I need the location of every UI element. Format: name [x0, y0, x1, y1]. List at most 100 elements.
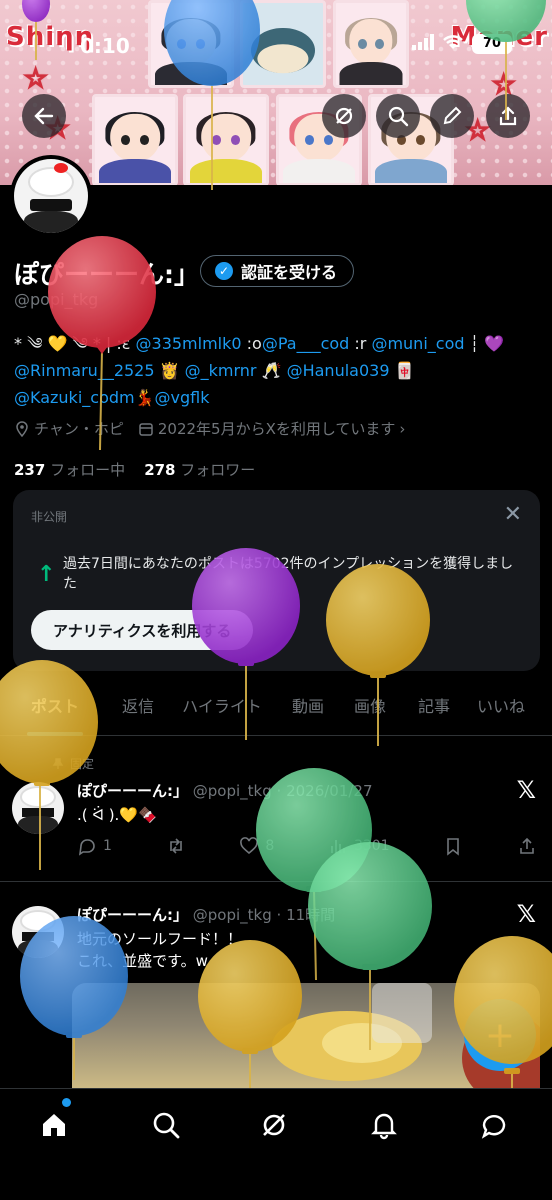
card-impressions-text: 過去7日間にあなたのポストは5702件のインプレッションを獲得しました	[63, 556, 514, 592]
calendar-icon	[139, 422, 153, 436]
tab-articles[interactable]: 記事	[402, 690, 466, 736]
post-avatar[interactable]	[12, 782, 64, 834]
nav-notifications[interactable]	[364, 1105, 404, 1145]
bio-mention[interactable]: @Pa___cod	[262, 334, 349, 353]
wifi-icon	[442, 34, 464, 54]
battery-indicator: 70	[472, 34, 512, 54]
reply-button[interactable]: 1	[77, 836, 112, 856]
bio-mention[interactable]: @Rinmaru__2525	[14, 361, 155, 380]
bio-mention[interactable]: @Kazuki_codm	[14, 388, 135, 407]
x-logo-icon: 𝕏	[516, 776, 536, 804]
edit-pencil-icon	[443, 106, 462, 125]
follow-stats: 237 フォロー中 278 フォロワー	[14, 459, 255, 480]
bio-mention[interactable]: @Hanula039	[287, 361, 390, 380]
bell-icon	[371, 1113, 397, 1140]
like-count: 8	[265, 838, 275, 854]
share-icon	[520, 837, 534, 854]
chat-icon	[481, 1115, 506, 1139]
grok-button[interactable]	[322, 94, 366, 138]
use-analytics-button[interactable]: アナリティクスを利用する	[31, 610, 254, 650]
profile-location: チャン・ホピ	[34, 420, 124, 438]
post-author-name[interactable]: ぽぴーーーん:」	[77, 782, 188, 800]
star-decoration: ☆	[23, 63, 48, 95]
trend-up-icon: ↑	[37, 562, 56, 587]
banner-portrait	[183, 94, 269, 185]
post-header: ぽぴーーーん:」 @popi_tkg · 11時間	[77, 904, 335, 925]
bio-mention[interactable]: @muni_cod	[371, 334, 464, 353]
pin-icon	[52, 757, 64, 769]
banner-portrait	[92, 94, 178, 185]
like-icon	[240, 837, 259, 855]
back-arrow-icon	[34, 107, 54, 125]
profile-meta: チャン・ホピ 2022年5月からXを利用しています ›	[14, 418, 405, 439]
analytics-card: 非公開 ✕ ↑ 過去7日間にあなたのポストは5702件のインプレッションを獲得し…	[13, 490, 540, 671]
post-item[interactable]: ぽぴーーーん:」 @popi_tkg · 2026/01/27 𝕏 .( ᐛ )…	[0, 770, 552, 882]
following-count: 237	[14, 461, 46, 479]
post-handle-time: @popi_tkg · 2026/01/27	[192, 782, 373, 800]
bio-text: ┆ 💜	[464, 334, 505, 353]
bio-text: 👸	[154, 361, 185, 380]
post-share-button[interactable]	[517, 836, 537, 856]
reply-icon	[78, 839, 95, 856]
tab-videos[interactable]: 動画	[278, 690, 338, 736]
followers-count: 278	[144, 461, 176, 479]
nav-messages[interactable]	[474, 1105, 514, 1145]
profile-tabs: ポスト 返信 ハイライト 動画 画像 記事 いいね	[0, 690, 552, 736]
share-icon	[499, 106, 517, 126]
bio-mention[interactable]: @_kmrnr	[185, 361, 257, 380]
views-icon	[331, 840, 345, 853]
bio-text: * ༄ 💛 ༄ * | :ε	[14, 334, 136, 353]
followers-link[interactable]: 278 フォロワー	[144, 461, 255, 479]
bio-text: 💃	[134, 388, 155, 407]
post-text: .( ᐛ ).💛🍫	[77, 806, 157, 824]
post-actions: 1 8 3301	[77, 836, 537, 856]
bio-text: :o	[241, 334, 262, 353]
nav-home[interactable]	[34, 1105, 74, 1145]
views-button[interactable]: 3301	[328, 836, 390, 856]
back-button[interactable]	[22, 94, 66, 138]
edit-button[interactable]	[430, 94, 474, 138]
share-button[interactable]	[486, 94, 530, 138]
bookmark-icon	[447, 838, 460, 856]
plus-icon: +	[484, 1014, 516, 1056]
post-handle-time: @popi_tkg · 11時間	[192, 906, 336, 924]
chevron-right-icon[interactable]: ›	[399, 420, 405, 438]
post-author-name[interactable]: ぽぴーーーん:」	[77, 906, 188, 924]
signal-icon	[412, 34, 434, 54]
profile-joined-date: 2022年5月からXを利用しています	[157, 420, 396, 438]
nav-grok[interactable]	[254, 1105, 294, 1145]
post-text-line: 地元のソールフード！！	[77, 930, 243, 948]
search-icon	[388, 106, 409, 127]
tab-replies[interactable]: 返信	[110, 690, 166, 736]
compose-post-button[interactable]: +	[464, 999, 536, 1071]
home-icon	[43, 1114, 65, 1136]
tab-posts[interactable]: ポスト	[0, 690, 110, 736]
like-button[interactable]: 8	[239, 836, 274, 856]
verified-icon: ✓	[215, 262, 233, 280]
nav-search[interactable]	[146, 1105, 186, 1145]
profile-bio: * ༄ 💛 ༄ * | :ε @335mlmlk0 :o@Pa___cod :r…	[14, 330, 544, 411]
repost-icon	[169, 838, 182, 854]
profile-avatar[interactable]	[10, 155, 92, 237]
search-button[interactable]	[376, 94, 420, 138]
following-link[interactable]: 237 フォロー中	[14, 461, 125, 479]
bookmark-button[interactable]	[443, 836, 463, 856]
bio-mention[interactable]: @335mlmlk0	[136, 334, 242, 353]
post-text: 地元のソールフード！！ これ、並盛です。w	[77, 928, 242, 972]
post-avatar[interactable]	[12, 906, 64, 958]
get-verified-button[interactable]: ✓ 認証を受ける	[200, 255, 355, 287]
bio-mention[interactable]: @vgflk	[155, 388, 210, 407]
card-private-tag: 非公開	[31, 510, 68, 524]
repost-button[interactable]	[166, 836, 186, 856]
tab-likes[interactable]: いいね	[466, 690, 536, 736]
home-notification-dot	[62, 1098, 71, 1107]
bio-text: :r	[349, 334, 372, 353]
tab-photos[interactable]: 画像	[338, 690, 402, 736]
close-icon[interactable]: ✕	[504, 502, 522, 527]
followers-label: フォロワー	[180, 461, 256, 479]
tab-highlights[interactable]: ハイライト	[166, 690, 278, 736]
post-header: ぽぴーーーん:」 @popi_tkg · 2026/01/27	[77, 780, 373, 801]
x-logo-icon: 𝕏	[516, 900, 536, 928]
status-bar: 0:10 70	[0, 26, 552, 66]
post-text-line: これ、並盛です。w	[77, 952, 208, 970]
